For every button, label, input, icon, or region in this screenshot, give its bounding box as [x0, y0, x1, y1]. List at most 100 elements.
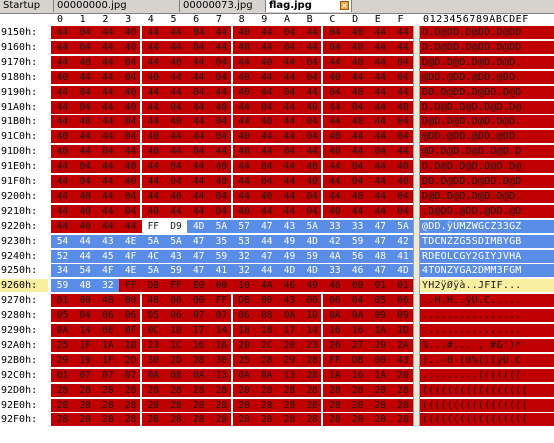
hex-byte[interactable]: FF	[323, 353, 347, 367]
hex-byte[interactable]: 44	[141, 115, 165, 129]
hex-byte[interactable]: 44	[209, 145, 233, 159]
hex-byte[interactable]: 44	[187, 175, 211, 188]
hex-byte[interactable]: 04	[255, 175, 279, 188]
hex-byte[interactable]: 44	[232, 100, 256, 114]
hex-byte[interactable]: 18	[232, 324, 256, 337]
hex-byte[interactable]: 4D	[391, 264, 415, 278]
hex-byte[interactable]: 4F	[119, 249, 143, 263]
hex-byte[interactable]: 44	[255, 26, 279, 39]
hex-byte[interactable]: 40	[209, 175, 233, 188]
hex-row[interactable]: 9150h: 44 04 44 40 44 44 04 44 40 44 04 44 04 40 44 44 D.…	[0, 26, 554, 39]
ascii-text[interactable]: .........(((((((	[418, 368, 554, 382]
hex-byte[interactable]: 59	[209, 249, 233, 263]
hex-byte[interactable]: 18	[255, 324, 279, 337]
hex-byte[interactable]: 44	[323, 100, 347, 114]
hex-byte[interactable]: 44	[96, 70, 120, 84]
hex-byte[interactable]: 44	[141, 55, 165, 69]
hex-byte[interactable]: 49	[278, 234, 301, 248]
hex-byte[interactable]: 04	[323, 26, 347, 39]
hex-byte[interactable]: 04	[278, 85, 301, 99]
hex-byte[interactable]: 01	[391, 279, 415, 293]
hex-byte[interactable]: 44	[141, 160, 165, 174]
hex-byte[interactable]: 40	[141, 145, 165, 159]
hex-row[interactable]: 9280h: 05 04 06 06 05 06 07 07 06 08 0A 10 0A 0A 09 09..…	[0, 309, 554, 323]
hex-byte[interactable]: 44	[368, 204, 392, 218]
hex-byte[interactable]: 44	[73, 130, 97, 144]
hex-byte[interactable]: 44	[96, 26, 120, 39]
hex-byte[interactable]: 44	[209, 40, 233, 54]
hex-byte[interactable]: 0A	[278, 309, 301, 323]
hex-byte[interactable]: 44	[51, 204, 74, 218]
hex-byte[interactable]: 40	[300, 100, 324, 114]
hex-byte[interactable]: 46	[323, 279, 347, 293]
hex-byte[interactable]: 04	[119, 130, 143, 144]
hex-byte[interactable]: 46	[346, 264, 370, 278]
hex-byte[interactable]: 28	[323, 383, 347, 397]
hex-byte[interactable]: 40	[255, 189, 279, 203]
ascii-text[interactable]: ................	[418, 309, 554, 323]
hex-row[interactable]: 92D0h: 28 28 28 28 28 28 28 28 28 28 28 28 28 28 28 28((…	[0, 383, 554, 397]
hex-byte[interactable]: 23	[300, 338, 324, 352]
hex-byte[interactable]: 25	[232, 353, 256, 367]
hex-byte[interactable]: 40	[232, 145, 256, 159]
hex-byte[interactable]: 44	[300, 145, 324, 159]
hex-byte[interactable]: 04	[209, 130, 233, 144]
hex-byte[interactable]: 16	[209, 338, 233, 352]
hex-byte[interactable]: 44	[164, 70, 188, 84]
hex-byte[interactable]: 40	[300, 160, 324, 174]
hex-byte[interactable]: 44	[141, 85, 165, 99]
hex-byte[interactable]: 44	[368, 55, 392, 69]
hex-byte[interactable]: 44	[255, 70, 279, 84]
hex-byte[interactable]: DB	[232, 294, 256, 308]
hex-byte[interactable]: 40	[232, 85, 256, 99]
hex-byte[interactable]: 04	[164, 175, 188, 188]
hex-byte[interactable]: 44	[323, 160, 347, 174]
hex-byte[interactable]: 28	[119, 413, 143, 427]
hex-byte[interactable]: 04	[278, 40, 301, 54]
hex-byte[interactable]: 28	[119, 383, 143, 397]
ascii-text[interactable]: D.D@D.D@D.D@D.D@	[418, 160, 554, 174]
hex-byte[interactable]: 46	[278, 279, 301, 293]
hex-byte[interactable]: 04	[300, 115, 324, 129]
hex-byte[interactable]: 1A	[323, 368, 347, 382]
hex-byte[interactable]: 44	[255, 40, 279, 54]
hex-byte[interactable]: 0A	[51, 324, 74, 337]
hex-byte[interactable]: 44	[346, 130, 370, 144]
hex-byte[interactable]: 44	[96, 55, 120, 69]
hex-byte[interactable]: 26	[323, 338, 347, 352]
hex-byte[interactable]: 28	[209, 398, 233, 412]
hex-byte[interactable]: 0A	[346, 309, 370, 323]
hex-byte[interactable]: 2D	[119, 353, 143, 367]
hex-byte[interactable]: 20	[278, 338, 301, 352]
hex-byte[interactable]: 1D	[391, 324, 415, 337]
hex-byte[interactable]: 28	[255, 413, 279, 427]
ascii-text[interactable]: )..-0-(0%()(ÿÛ.C	[418, 353, 554, 367]
hex-byte[interactable]: 44	[368, 100, 392, 114]
hex-byte[interactable]: 28	[278, 413, 301, 427]
hex-byte[interactable]: 44	[187, 55, 211, 69]
hex-byte[interactable]: 4D	[300, 264, 324, 278]
hex-byte[interactable]: 06	[96, 309, 120, 323]
hex-byte[interactable]: 44	[346, 145, 370, 159]
hex-byte[interactable]: 0F	[119, 324, 143, 337]
hex-byte[interactable]: 40	[119, 175, 143, 188]
ascii-text[interactable]: (((((((((((((((((	[418, 398, 554, 412]
hex-byte[interactable]: 44	[391, 40, 415, 54]
hex-byte[interactable]: 40	[119, 26, 143, 39]
hex-byte[interactable]: 44	[164, 204, 188, 218]
hex-byte[interactable]: 40	[119, 160, 143, 174]
hex-row[interactable]: 91A0h: 44 04 44 40 44 04 44 40 44 04 44 40 44 04 44 40 D.…	[0, 100, 554, 114]
hex-byte[interactable]: 07	[73, 368, 97, 382]
hex-row[interactable]: 91F0h: 44 04 44 40 44 04 44 40 44 04 44 40 44 04 44 40 DD…	[0, 175, 554, 188]
hex-byte[interactable]: 07	[187, 309, 211, 323]
hex-byte[interactable]: 40	[346, 26, 370, 39]
hex-byte[interactable]: 40	[323, 145, 347, 159]
hex-byte[interactable]: 04	[119, 55, 143, 69]
hex-byte[interactable]: 44	[96, 219, 120, 233]
hex-byte[interactable]: 10	[164, 324, 188, 337]
hex-byte[interactable]: 04	[73, 100, 97, 114]
hex-byte[interactable]: 04	[346, 160, 370, 174]
hex-row[interactable]: 9210h: 44 40 44 04 40 44 44 04 40 44 44 04 40 44 44 04 .D…	[0, 204, 554, 218]
hex-byte[interactable]: 04	[278, 145, 301, 159]
hex-byte[interactable]: 00	[209, 279, 233, 293]
